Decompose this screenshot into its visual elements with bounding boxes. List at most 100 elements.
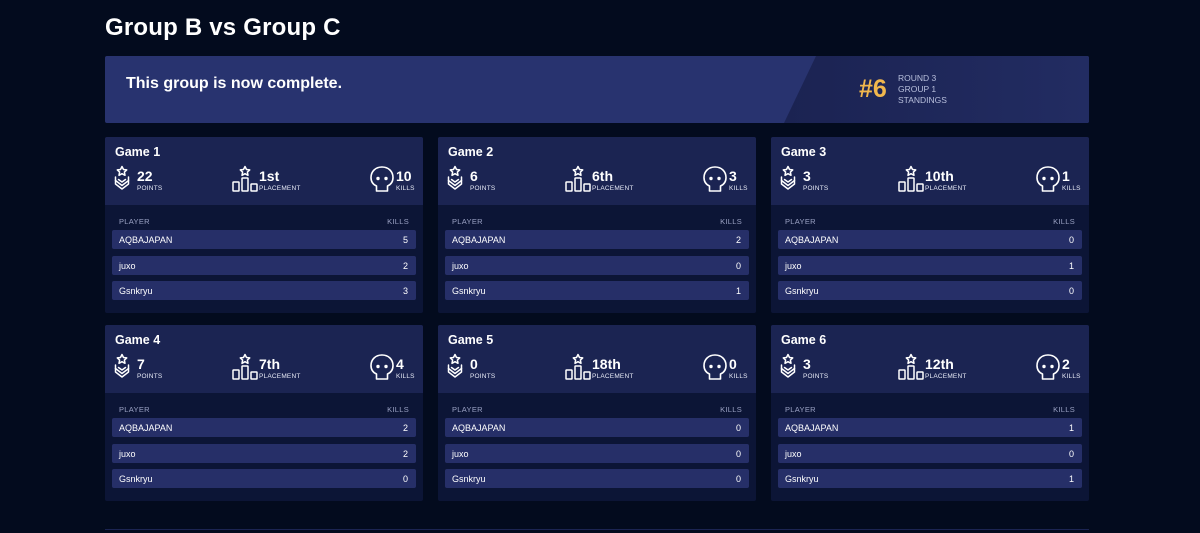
table-row: Gsnkryu 3 <box>112 281 416 300</box>
table-row: AQBAJAPAN 5 <box>112 230 416 249</box>
column-header-kills: KILLS <box>1053 217 1075 226</box>
game-title: Game 4 <box>115 333 161 347</box>
column-header-kills: KILLS <box>387 405 409 414</box>
game-card-6: Game 6 3 POINTS 12th PLACEMENT 2 KILLS P… <box>771 325 1089 501</box>
skull-icon <box>370 354 394 380</box>
points-value: 22 <box>137 168 153 184</box>
player-kills: 3 <box>402 286 408 296</box>
points-chevron-icon <box>780 353 796 378</box>
game-card-3: Game 3 3 POINTS 10th PLACEMENT 1 KILLS P… <box>771 137 1089 313</box>
player-name: AQBAJAPAN <box>452 235 506 245</box>
kills-value: 0 <box>729 356 737 372</box>
player-name: juxo <box>785 261 802 271</box>
player-name: Gsnkryu <box>785 286 819 296</box>
table-header: PLAYER KILLS <box>785 405 1075 414</box>
points-chevron-icon <box>447 165 463 190</box>
table-row: Gsnkryu 0 <box>778 281 1082 300</box>
skull-icon <box>703 166 727 192</box>
table-row: juxo 0 <box>445 256 749 275</box>
divider <box>105 529 1089 530</box>
skull-icon <box>370 166 394 192</box>
game-card-header: Game 2 6 POINTS 6th PLACEMENT 3 KILLS <box>438 137 756 205</box>
column-header-player: PLAYER <box>785 405 816 414</box>
game-card-header: Game 4 7 POINTS 7th PLACEMENT 4 KILLS <box>105 325 423 393</box>
placement-label: PLACEMENT <box>592 185 634 192</box>
column-header-player: PLAYER <box>119 217 150 226</box>
column-header-kills: KILLS <box>1053 405 1075 414</box>
placement-label: PLACEMENT <box>259 373 301 380</box>
player-kills: 0 <box>1068 449 1074 459</box>
standings-rank: #6 <box>859 75 887 103</box>
points-label: POINTS <box>803 185 829 192</box>
kills-label: KILLS <box>1062 185 1081 192</box>
placement-value: 1st <box>259 168 280 184</box>
standings-label: STANDINGS <box>898 95 947 105</box>
kills-label: KILLS <box>396 185 415 192</box>
game-card-4: Game 4 7 POINTS 7th PLACEMENT 4 KILLS PL… <box>105 325 423 501</box>
player-name: juxo <box>785 449 802 459</box>
table-row: Gsnkryu 0 <box>445 469 749 488</box>
points-chevron-icon <box>114 165 130 190</box>
player-name: AQBAJAPAN <box>119 423 173 433</box>
player-name: juxo <box>119 261 136 271</box>
points-chevron-icon <box>114 353 130 378</box>
skull-icon <box>1036 166 1060 192</box>
table-row: juxo 2 <box>112 444 416 463</box>
placement-label: PLACEMENT <box>925 373 967 380</box>
page-title: Group B vs Group C <box>105 14 341 41</box>
game-card-header: Game 3 3 POINTS 10th PLACEMENT 1 KILLS <box>771 137 1089 205</box>
points-value: 3 <box>803 356 811 372</box>
kills-value: 1 <box>1062 168 1070 184</box>
table-row: Gsnkryu 1 <box>778 469 1082 488</box>
table-row: Gsnkryu 0 <box>112 469 416 488</box>
player-kills: 1 <box>1068 261 1074 271</box>
game-title: Game 1 <box>115 145 161 159</box>
points-value: 3 <box>803 168 811 184</box>
player-name: juxo <box>452 261 469 271</box>
player-kills: 1 <box>1068 474 1074 484</box>
kills-value: 4 <box>396 356 404 372</box>
player-kills: 0 <box>1068 286 1074 296</box>
player-name: juxo <box>119 449 136 459</box>
kills-value: 10 <box>396 168 412 184</box>
placement-value: 6th <box>592 168 613 184</box>
player-name: Gsnkryu <box>452 474 486 484</box>
game-card-header: Game 1 22 POINTS 1st PLACEMENT 10 KILLS <box>105 137 423 205</box>
table-row: juxo 0 <box>778 444 1082 463</box>
table-row: AQBAJAPAN 2 <box>112 418 416 437</box>
kills-label: KILLS <box>729 185 748 192</box>
points-value: 0 <box>470 356 478 372</box>
kills-label: KILLS <box>1062 373 1081 380</box>
game-title: Game 5 <box>448 333 494 347</box>
table-header: PLAYER KILLS <box>785 217 1075 226</box>
game-title: Game 2 <box>448 145 494 159</box>
kills-label: KILLS <box>729 373 748 380</box>
player-kills: 2 <box>402 261 408 271</box>
player-kills: 0 <box>735 449 741 459</box>
podium-icon <box>232 353 258 380</box>
column-header-player: PLAYER <box>452 405 483 414</box>
placement-value: 12th <box>925 356 954 372</box>
player-name: AQBAJAPAN <box>785 235 839 245</box>
standings-meta: ROUND 3 GROUP 1 STANDINGS <box>898 73 947 106</box>
game-title: Game 6 <box>781 333 827 347</box>
placement-value: 18th <box>592 356 621 372</box>
table-row: AQBAJAPAN 0 <box>778 230 1082 249</box>
table-row: juxo 1 <box>778 256 1082 275</box>
table-header: PLAYER KILLS <box>452 405 742 414</box>
kills-value: 2 <box>1062 356 1070 372</box>
player-name: Gsnkryu <box>119 286 153 296</box>
table-row: AQBAJAPAN 2 <box>445 230 749 249</box>
player-name: AQBAJAPAN <box>119 235 173 245</box>
column-header-player: PLAYER <box>452 217 483 226</box>
player-kills: 1 <box>1068 423 1074 433</box>
skull-icon <box>1036 354 1060 380</box>
points-value: 7 <box>137 356 145 372</box>
standings-panel: #6 ROUND 3 GROUP 1 STANDINGS <box>784 56 1089 123</box>
placement-label: PLACEMENT <box>592 373 634 380</box>
player-name: Gsnkryu <box>452 286 486 296</box>
table-row: AQBAJAPAN 1 <box>778 418 1082 437</box>
player-name: juxo <box>452 449 469 459</box>
placement-value: 10th <box>925 168 954 184</box>
table-row: juxo 2 <box>112 256 416 275</box>
